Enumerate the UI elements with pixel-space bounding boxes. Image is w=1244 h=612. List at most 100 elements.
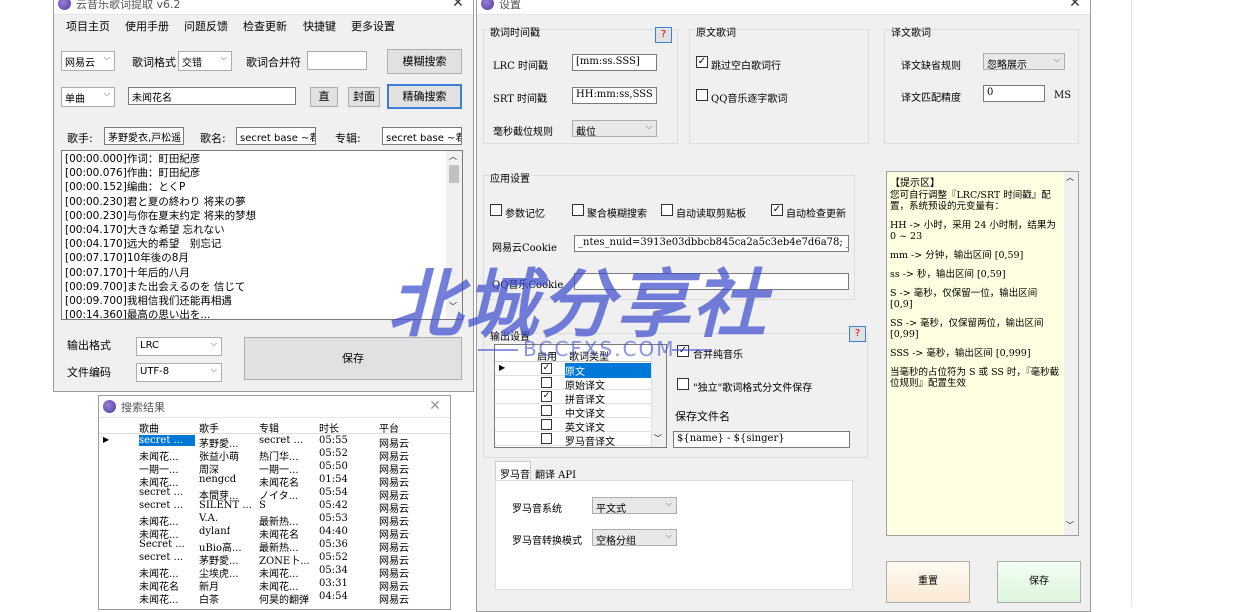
table-row[interactable]: 未闻花... V.A. 最新热... 05:53 网易云: [99, 513, 450, 528]
fuzzy-search-button[interactable]: 模糊搜索: [387, 49, 462, 74]
translation-missing-select[interactable]: 忽略展示 ⌵: [983, 53, 1065, 71]
mode-select[interactable]: 单曲 ⌵: [61, 87, 115, 107]
platform-select[interactable]: 网易云 ⌵: [61, 51, 115, 71]
column-header-singer[interactable]: 歌手: [199, 420, 219, 435]
lyric-type-enable-checkbox[interactable]: ✓: [541, 391, 552, 402]
aggregate-search-label[interactable]: 聚合模糊搜索: [587, 205, 647, 220]
table-row[interactable]: secret ... SILENT ... S 05:42 网易云: [99, 500, 450, 515]
auto-clipboard-label[interactable]: 自动读取剪贴板: [676, 205, 746, 220]
qq-word-label[interactable]: QQ音乐逐字歌词: [711, 90, 787, 105]
close-icon[interactable]: ✕: [420, 396, 450, 416]
lyric-type-enable-checkbox[interactable]: ✓: [541, 363, 552, 374]
lyric-type-enable-checkbox[interactable]: [541, 377, 552, 388]
qq-cookie-input[interactable]: [574, 273, 849, 290]
param-memory-checkbox[interactable]: [490, 204, 502, 216]
lyric-type-row[interactable]: 中文译文: [495, 404, 653, 420]
table-row[interactable]: 未闻花... dylanf 未闻花名 04:40 网易云: [99, 526, 450, 541]
table-row[interactable]: 一期一... 周深 一期一... 05:50 网易云: [99, 461, 450, 476]
merge-symbol-input[interactable]: [307, 51, 367, 70]
lyric-type-row[interactable]: 罗马音译文: [495, 432, 653, 447]
table-row[interactable]: 未闻花名 新月 未闻花... 03:31 网易云: [99, 578, 450, 593]
srt-timestamp-input[interactable]: HH:mm:ss,SSS: [572, 87, 657, 104]
translation-match-input[interactable]: 0: [983, 85, 1045, 102]
table-row[interactable]: Secret ... uBio高... 最新热... 05:36 网易云: [99, 539, 450, 554]
lyric-type-enable-checkbox[interactable]: [541, 419, 552, 430]
separate-file-label[interactable]: "独立"歌词格式分文件保存: [693, 379, 812, 394]
menu-item-more-settings[interactable]: 更多设置: [351, 18, 395, 34]
separate-file-checkbox[interactable]: [677, 378, 689, 390]
table-row[interactable]: 未闻花... nengcd 未闻花名 01:54 网易云: [99, 474, 450, 489]
table-row[interactable]: secret ... 茅野愛... ZONE卜... 05:52 网易云: [99, 552, 450, 567]
encoding-select[interactable]: UTF-8 ⌵: [136, 363, 222, 382]
auto-update-checkbox[interactable]: ✓: [771, 204, 783, 216]
settings-save-button[interactable]: 保存: [997, 561, 1081, 603]
scroll-up-icon[interactable]: ︿: [449, 151, 457, 162]
lyric-type-row[interactable]: ▶ ✓ 原文: [495, 362, 653, 378]
song-name-label: 歌名:: [200, 132, 226, 145]
scroll-up-icon[interactable]: ︿: [1066, 172, 1074, 183]
table-row[interactable]: secret ... 本間芽... ノイタ... 05:54 网易云: [99, 487, 450, 502]
merge-pure-music-label[interactable]: 合并纯音乐: [693, 346, 743, 361]
aggregate-search-checkbox[interactable]: [572, 204, 584, 216]
song-search-input[interactable]: 未闻花名: [128, 87, 296, 105]
romaji-convert-select[interactable]: 空格分组 ⌵: [592, 529, 677, 547]
menu-item-feedback[interactable]: 问题反馈: [184, 18, 228, 34]
column-header-song[interactable]: 歌曲: [139, 420, 159, 435]
scroll-down-icon[interactable]: ﹀: [449, 301, 457, 312]
lyric-text-area[interactable]: [00:00.000]作词：町田紀彦 [00:00.076]作曲：町田紀彦 [00:…: [61, 150, 463, 320]
lyric-type-scrollbar[interactable]: ﹀: [651, 345, 666, 447]
qq-word-checkbox[interactable]: [696, 89, 708, 101]
direct-button[interactable]: 直: [310, 87, 338, 107]
ms-truncate-value: 截位: [576, 127, 596, 138]
tab-romaji[interactable]: 罗马音: [495, 461, 531, 481]
column-header-platform[interactable]: 平台: [379, 420, 399, 435]
ms-truncate-select[interactable]: 截位 ⌵: [572, 120, 657, 138]
cover-button[interactable]: 封面: [348, 87, 380, 107]
skip-empty-label[interactable]: 跳过空白歌词行: [711, 57, 781, 72]
romaji-system-select[interactable]: 平文式 ⌵: [592, 497, 677, 515]
table-row[interactable]: ▶ secret ... 茅野愛... secret ... 05:55 网易云: [99, 435, 450, 450]
column-header-album[interactable]: 专辑: [259, 420, 279, 435]
param-memory-label[interactable]: 参数记忆: [505, 205, 545, 220]
table-row[interactable]: 未闻花... 张益小萌 热门华... 05:52 网易云: [99, 448, 450, 463]
netease-cookie-input[interactable]: _ntes_nuid=3913e03dbbcb845ca2a5c3eb4e7d6…: [574, 235, 849, 252]
lyric-type-enable-checkbox[interactable]: [541, 405, 552, 416]
timestamp-help-button[interactable]: ?: [655, 27, 672, 43]
auto-clipboard-checkbox[interactable]: [661, 204, 673, 216]
lyric-scrollbar[interactable]: ︿ ﹀: [446, 151, 462, 319]
table-row[interactable]: 未闻花... 尘埃虎... 未闻花... 05:34 网易云: [99, 565, 450, 580]
lyric-type-enable-checkbox[interactable]: [541, 433, 552, 444]
menu-item-shortcuts[interactable]: 快捷键: [303, 18, 336, 34]
tab-translation-api[interactable]: 翻译 API: [535, 466, 576, 481]
skip-empty-checkbox[interactable]: ✓: [696, 56, 708, 68]
auto-update-label[interactable]: 自动检查更新: [786, 205, 846, 220]
album-field[interactable]: secret base ~君と: [382, 127, 462, 145]
menu-item-update[interactable]: 检查更新: [243, 18, 287, 34]
scroll-down-icon[interactable]: ﹀: [654, 433, 662, 444]
scroll-down-icon[interactable]: ﹀: [1066, 520, 1074, 531]
save-filename-input[interactable]: ${name} - ${singer}: [673, 431, 850, 448]
close-icon[interactable]: ✕: [443, 0, 473, 13]
output-format-select[interactable]: LRC ⌵: [136, 337, 222, 356]
scroll-thumb[interactable]: [449, 165, 459, 183]
save-button[interactable]: 保存: [244, 337, 462, 380]
table-row[interactable]: 未闻花... 白茶 何昊的翻弹 04:54 网易云: [99, 591, 450, 606]
singer-field[interactable]: 茅野愛衣,戸松遥: [104, 127, 184, 145]
lyric-format-select[interactable]: 交错 ⌵: [178, 51, 232, 71]
close-icon[interactable]: ✕: [1060, 0, 1090, 13]
reset-button[interactable]: 重置: [886, 561, 970, 603]
merge-pure-music-checkbox[interactable]: ✓: [677, 345, 689, 357]
lyric-type-row[interactable]: 原始译文: [495, 376, 653, 392]
lyric-type-row[interactable]: ✓ 拼音译文: [495, 390, 653, 406]
lyric-line: [00:00.076]作曲：町田紀彦: [65, 167, 201, 180]
menu-item-manual[interactable]: 使用手册: [125, 18, 169, 34]
table-cell: secret ...: [139, 500, 184, 511]
song-name-field[interactable]: secret base ~君と: [236, 127, 316, 145]
lrc-timestamp-input[interactable]: [mm:ss.SSS]: [572, 54, 657, 71]
menu-item-homepage[interactable]: 项目主页: [66, 18, 110, 34]
hint-scrollbar[interactable]: ︿ ﹀: [1064, 172, 1078, 535]
lyric-type-row[interactable]: 英文译文: [495, 418, 653, 434]
exact-search-button[interactable]: 精确搜索: [387, 84, 462, 109]
column-header-duration[interactable]: 时长: [319, 420, 339, 435]
output-help-button[interactable]: ?: [849, 326, 866, 342]
